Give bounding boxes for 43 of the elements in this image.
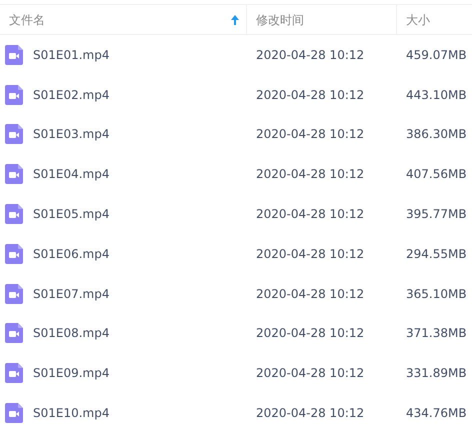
modified-time: 2020-04-28 10:12 — [256, 366, 364, 380]
video-file-icon — [5, 204, 23, 224]
video-file-icon — [5, 44, 23, 65]
file-size: 443.10MB — [406, 88, 467, 102]
file-name[interactable]: S01E07.mp4 — [33, 284, 110, 303]
file-name[interactable]: S01E02.mp4 — [33, 86, 110, 104]
file-size: 395.77MB — [406, 207, 467, 222]
file-size: 459.07MB — [406, 48, 467, 62]
modified-time: 2020-04-28 10:12 — [256, 207, 364, 222]
modified-time: 2020-04-28 10:12 — [256, 48, 364, 62]
video-file-icon — [5, 124, 23, 144]
video-file-icon — [5, 363, 23, 384]
file-name[interactable]: S01E08.mp4 — [33, 324, 110, 342]
column-header[interactable]: 修改时间 — [247, 5, 397, 34]
modified-time: 2020-04-28 10:12 — [256, 167, 364, 182]
modified-time: 2020-04-28 10:12 — [256, 286, 364, 301]
modified-time: 2020-04-28 10:12 — [256, 406, 364, 420]
file-size: 371.38MB — [406, 326, 467, 340]
file-size: 331.89MB — [406, 366, 467, 380]
file-name[interactable]: S01E05.mp4 — [33, 205, 110, 224]
column-header[interactable]: 大小 — [397, 5, 472, 34]
modified-time: 2020-04-28 10:12 — [256, 326, 364, 340]
modified-time: 2020-04-28 10:12 — [256, 246, 364, 261]
file-name[interactable]: S01E03.mp4 — [33, 125, 110, 144]
video-file-icon — [5, 164, 23, 184]
video-file-icon — [5, 403, 23, 424]
file-name[interactable]: S01E04.mp4 — [33, 165, 110, 184]
file-name[interactable]: S01E06.mp4 — [33, 244, 110, 263]
modified-time: 2020-04-28 10:12 — [256, 127, 364, 142]
file-size: 434.76MB — [406, 406, 467, 420]
file-name[interactable]: S01E09.mp4 — [33, 364, 110, 382]
column-header[interactable]: 文件名 — [0, 5, 247, 34]
file-name[interactable]: S01E10.mp4 — [33, 404, 110, 422]
file-name[interactable]: S01E01.mp4 — [33, 46, 110, 64]
video-file-icon — [5, 84, 23, 105]
file-size: 407.56MB — [406, 167, 467, 182]
file-size: 294.55MB — [406, 246, 467, 261]
video-file-icon — [5, 244, 23, 264]
file-size: 386.30MB — [406, 127, 467, 142]
video-file-icon — [5, 323, 23, 344]
video-file-icon — [5, 284, 23, 304]
file-size: 365.10MB — [406, 286, 467, 301]
modified-time: 2020-04-28 10:12 — [256, 88, 364, 102]
